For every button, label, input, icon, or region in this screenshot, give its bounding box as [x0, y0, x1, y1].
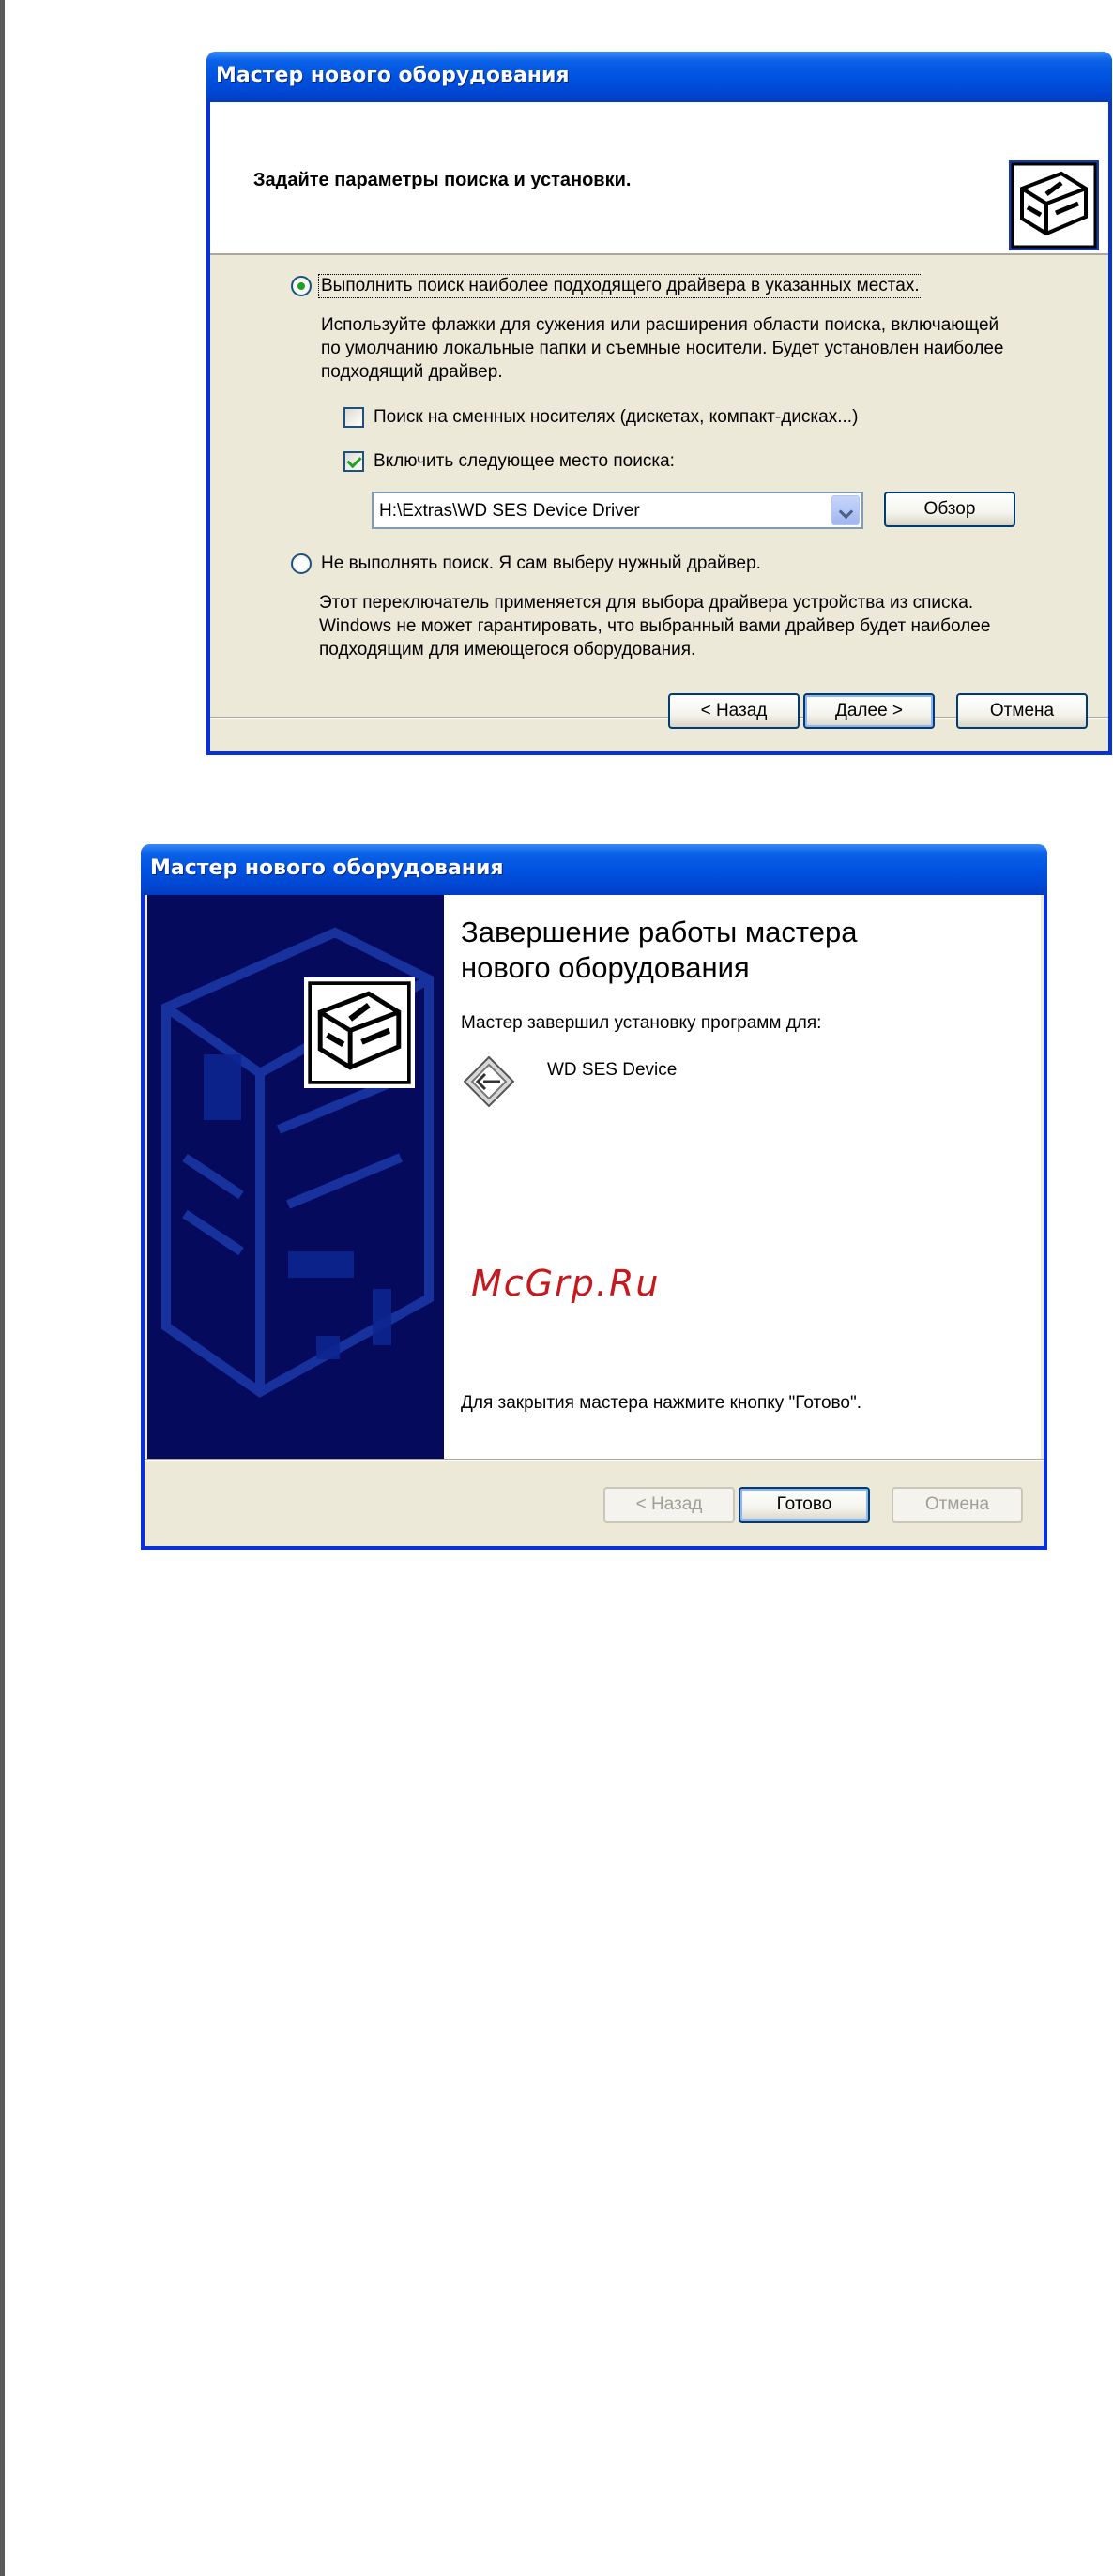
checkbox-unchecked[interactable]	[343, 407, 364, 428]
radio-button-selected[interactable]	[291, 276, 312, 296]
header-title: Задайте параметры поиска и установки.	[253, 170, 632, 190]
search-description-line: Используйте флажки для сужения или расши…	[321, 315, 999, 335]
checkbox-include-location[interactable]: Включить следующее место поиска:	[343, 451, 675, 472]
finish-heading: Завершение работы мастера нового оборудо…	[461, 915, 857, 986]
radio-search-label[interactable]: Выполнить поиск наиболее подходящего дра…	[318, 274, 922, 298]
checkbox-checked[interactable]	[343, 451, 364, 472]
cancel-button[interactable]: Отмена	[956, 693, 1088, 729]
installed-caption: Мастер завершил установку программ для:	[461, 1013, 822, 1033]
next-button[interactable]: Далее >	[803, 693, 935, 729]
device-diamond-icon	[463, 1055, 515, 1114]
back-button[interactable]: < Назад	[668, 693, 800, 729]
wizard-dialog-finish: Мастер нового оборудования Завершение ра…	[141, 844, 1047, 1550]
manual-description-line: Windows не может гарантировать, что выбр…	[319, 616, 991, 636]
footer-separator	[145, 1459, 1044, 1461]
checkbox-removable-label[interactable]: Поиск на сменных носителях (дискетах, ко…	[374, 407, 858, 428]
wizard-dialog-search-options: Мастер нового оборудования Задайте парам…	[206, 52, 1112, 755]
dialog-title: Мастер нового оборудования	[206, 52, 1112, 102]
finish-heading-line: Завершение работы мастера	[461, 916, 858, 948]
dialog-body: Выполнить поиск наиболее подходящего дра…	[210, 255, 1108, 719]
search-description-line: по умолчанию локальные папки и съемные н…	[321, 339, 1004, 358]
search-description-line: подходящий драйвер.	[321, 362, 503, 382]
finish-heading-line: нового оборудования	[461, 951, 750, 984]
back-button-disabled[interactable]: < Назад	[603, 1487, 735, 1523]
finish-button[interactable]: Готово	[739, 1487, 870, 1523]
wizard-sidebar-banner	[147, 895, 444, 1459]
location-value[interactable]: H:\Extras\WD SES Device Driver	[379, 501, 640, 522]
search-description: Используйте флажки для сужения или расши…	[321, 313, 1003, 384]
manual-description-line: подходящим для имеющегося оборудования.	[319, 640, 696, 659]
manual-description-line: Этот переключатель применяется для выбор…	[319, 593, 974, 613]
device-name: WD SES Device	[547, 1060, 678, 1080]
browse-button[interactable]: Обзор	[884, 492, 1015, 527]
manual-description: Этот переключатель применяется для выбор…	[319, 591, 990, 661]
radio-button-unselected[interactable]	[291, 553, 312, 574]
radio-manual-select[interactable]: Не выполнять поиск. Я сам выберу нужный …	[291, 553, 763, 575]
cancel-button-disabled[interactable]: Отмена	[892, 1487, 1023, 1523]
dialog-footer: < Назад Готово Отмена	[145, 1459, 1044, 1546]
hardware-wizard-icon	[1009, 160, 1099, 250]
close-hint: Для закрытия мастера нажмите кнопку "Гот…	[461, 1393, 861, 1413]
location-combobox[interactable]: H:\Extras\WD SES Device Driver	[372, 492, 863, 529]
checkbox-removable-media[interactable]: Поиск на сменных носителях (дискетах, ко…	[343, 407, 858, 428]
page-left-border	[0, 0, 5, 2576]
radio-manual-label[interactable]: Не выполнять поиск. Я сам выберу нужный …	[319, 553, 763, 575]
hardware-wizard-icon	[304, 977, 415, 1088]
watermark-text: McGrp.Ru	[471, 1263, 661, 1304]
dialog-title: Мастер нового оборудования	[141, 844, 1047, 895]
checkbox-location-label[interactable]: Включить следующее место поиска:	[374, 451, 675, 472]
chevron-down-icon[interactable]	[831, 495, 860, 525]
dialog-header: Задайте параметры поиска и установки.	[210, 102, 1108, 255]
radio-search-best-driver[interactable]: Выполнить поиск наиболее подходящего дра…	[291, 274, 922, 298]
